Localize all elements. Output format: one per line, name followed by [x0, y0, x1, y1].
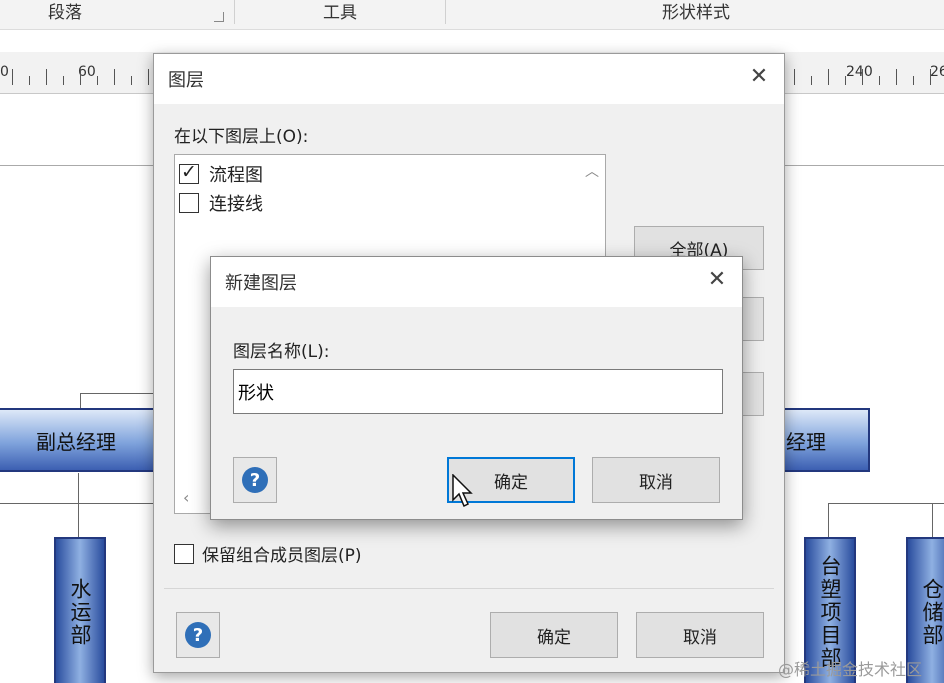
- ruler-tick: [930, 69, 931, 85]
- ruler-tick: [913, 76, 914, 85]
- layer-name-input[interactable]: [233, 369, 723, 414]
- checkbox-icon[interactable]: [174, 543, 194, 564]
- ruler-tick: [97, 76, 98, 85]
- ok-button[interactable]: 确定: [490, 612, 618, 658]
- keep-members-option[interactable]: 保留组合成员图层(P): [174, 541, 362, 566]
- ribbon-group-shape-style: 形状样式: [662, 3, 730, 23]
- ruler-tick: [845, 76, 846, 85]
- ruler-tick: [131, 76, 132, 85]
- cancel-button[interactable]: 取消: [592, 457, 720, 503]
- help-button[interactable]: ?: [233, 457, 277, 503]
- box-label: 水运部: [68, 577, 92, 647]
- layer-dialog-title: 图层: [168, 70, 204, 91]
- ruler-tick: [80, 69, 81, 85]
- cancel-button[interactable]: 取消: [636, 612, 764, 658]
- box-label: 仓储部: [920, 577, 944, 647]
- deputy-manager-box-left[interactable]: 副总经理: [0, 408, 156, 472]
- ribbon-group-tools: 工具: [323, 3, 357, 23]
- ribbon-group-paragraph: 段落: [48, 3, 82, 23]
- layer-item-flowchart[interactable]: 流程图: [179, 161, 263, 187]
- scroll-left-icon[interactable]: ‹: [183, 488, 189, 507]
- connector-line: [828, 503, 829, 537]
- keep-members-label: 保留组合成员图层(P): [202, 546, 362, 566]
- on-layers-label: 在以下图层上(O):: [174, 127, 309, 147]
- box-label: 经理: [786, 429, 826, 454]
- ruler-tick: [46, 69, 47, 85]
- divider: [164, 588, 774, 589]
- scroll-up-icon[interactable]: ︿: [585, 161, 599, 181]
- ruler-tick: [879, 76, 880, 85]
- dept-box-water[interactable]: 水运部: [54, 537, 106, 683]
- ruler-label: 240: [846, 64, 873, 80]
- ruler-tick: [862, 69, 863, 85]
- box-label: 台塑项目部: [818, 554, 842, 670]
- layer-name-label: 图层名称(L):: [233, 342, 330, 362]
- connector-line: [0, 503, 160, 504]
- ruler-tick: [12, 69, 13, 85]
- layer-item-label: 流程图: [209, 165, 263, 186]
- connector-line: [80, 393, 81, 409]
- connector-line: [80, 393, 160, 394]
- mouse-cursor-icon: [452, 474, 473, 508]
- checkbox-icon[interactable]: [179, 193, 199, 213]
- ruler-tick: [828, 69, 829, 85]
- ruler-tick: [794, 69, 795, 85]
- ruler-tick: [63, 76, 64, 85]
- ruler-label: 26: [930, 64, 944, 80]
- layer-item-label: 连接线: [209, 194, 263, 215]
- close-icon[interactable]: ✕: [746, 64, 772, 90]
- new-layer-dialog-titlebar[interactable]: 新建图层 ✕: [211, 257, 742, 307]
- help-button[interactable]: ?: [176, 612, 220, 658]
- ribbon-group-labels: 段落 工具 形状样式: [0, 0, 944, 30]
- ruler-tick: [148, 69, 149, 85]
- ruler-tick: [114, 69, 115, 85]
- deputy-manager-box-right[interactable]: 经理: [782, 408, 870, 472]
- connector-line: [828, 503, 944, 504]
- ruler-label: 0: [0, 64, 9, 80]
- connector-line: [932, 503, 933, 537]
- new-layer-dialog-title: 新建图层: [225, 273, 297, 294]
- watermark: @稀土掘金技术社区: [778, 660, 923, 679]
- connector-line: [78, 473, 79, 537]
- help-icon: ?: [185, 622, 211, 648]
- layer-dialog-titlebar[interactable]: 图层 ✕: [154, 54, 784, 104]
- layer-item-connector[interactable]: 连接线: [179, 190, 263, 216]
- box-label: 副总经理: [36, 429, 116, 454]
- dialog-launcher-icon[interactable]: [214, 12, 224, 22]
- new-layer-dialog: 新建图层 ✕ 图层名称(L): ? 确定 取消: [210, 256, 743, 520]
- close-icon[interactable]: ✕: [704, 267, 730, 293]
- ruler-tick: [29, 76, 30, 85]
- ruler-tick: [811, 76, 812, 85]
- help-icon: ?: [242, 467, 268, 493]
- checkbox-icon[interactable]: [179, 161, 199, 184]
- ruler-tick: [896, 69, 897, 85]
